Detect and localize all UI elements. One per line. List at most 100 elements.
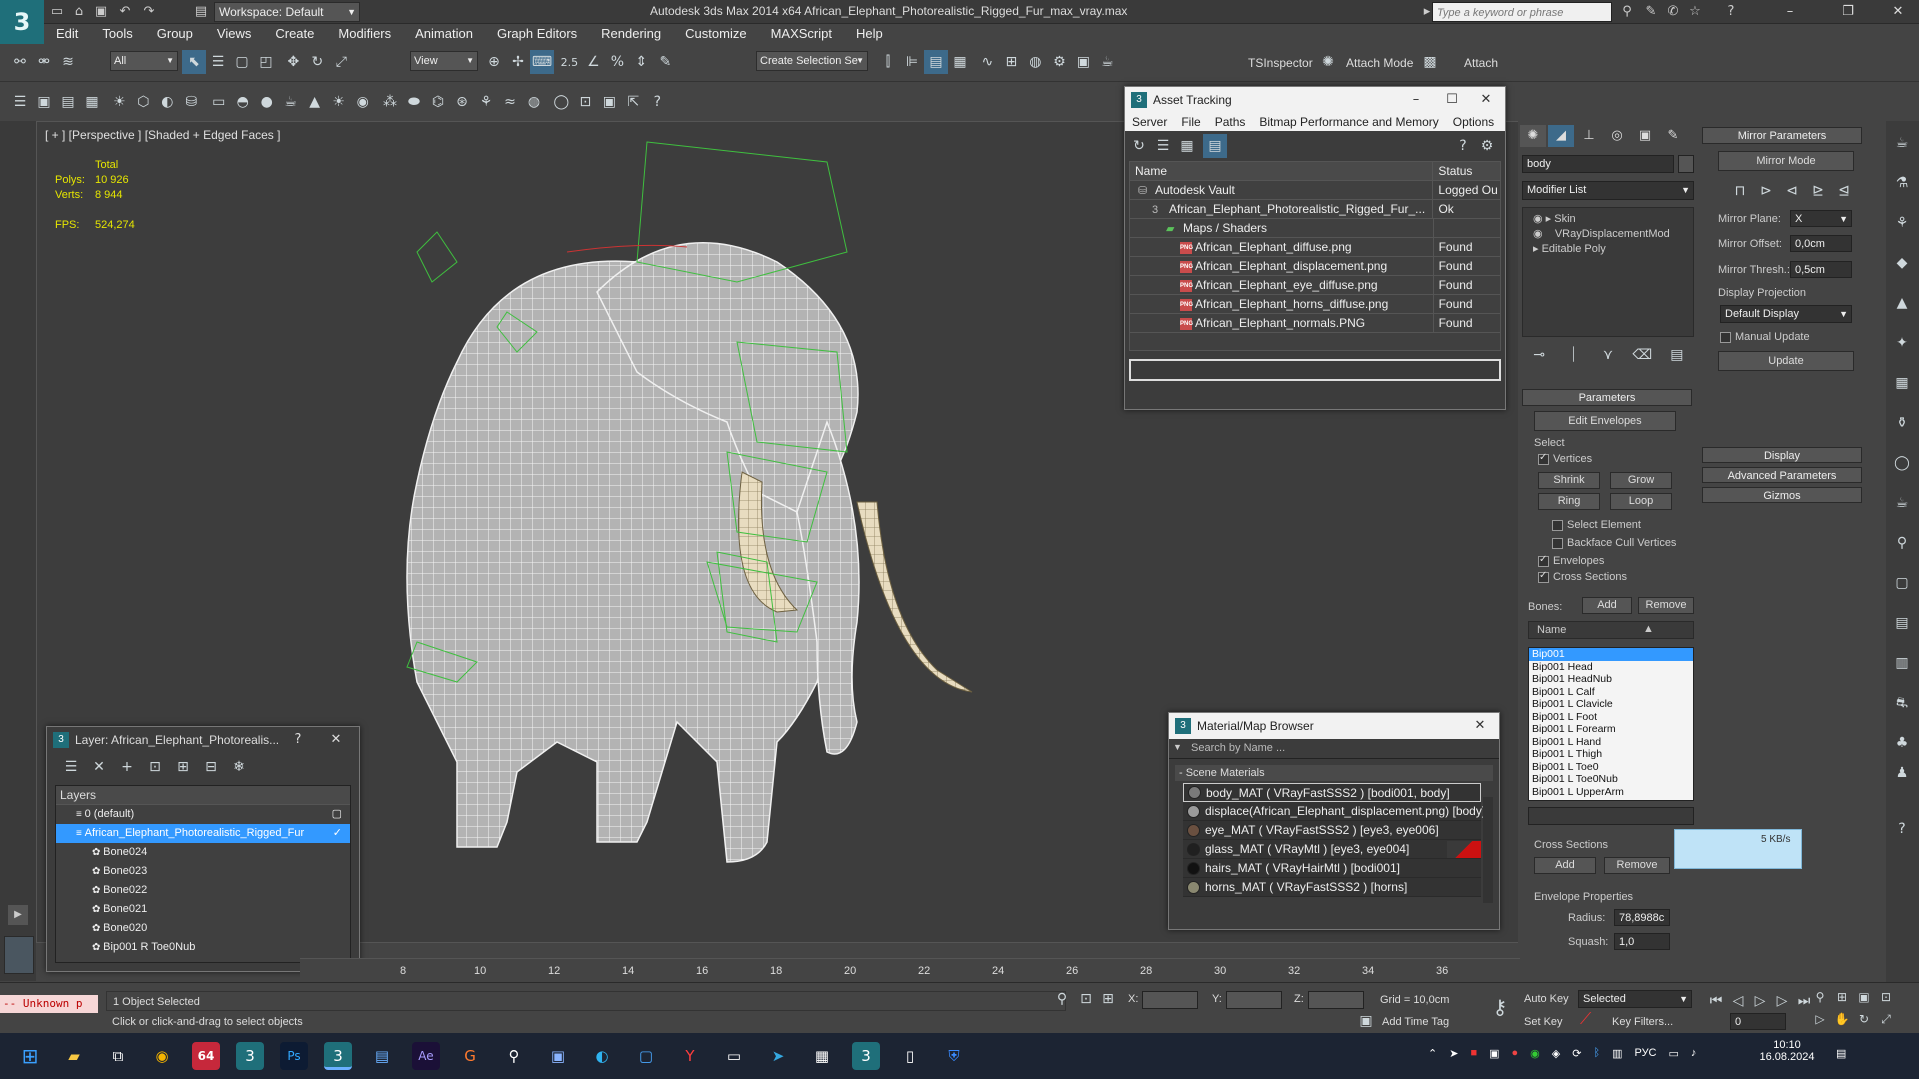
menu-tools[interactable]: Tools	[90, 24, 144, 44]
pill-icon[interactable]: ⬬	[402, 90, 426, 114]
bone-list-item[interactable]: Bip001	[1529, 648, 1693, 661]
paste-green-verts-icon[interactable]: ⊵	[1806, 179, 1830, 203]
current-frame-field[interactable]: 0	[1730, 1013, 1786, 1030]
particle-icon[interactable]: ⁂	[378, 90, 402, 114]
squash-spinner[interactable]: 1,0	[1614, 933, 1670, 950]
menu-modifiers[interactable]: Modifiers	[326, 24, 403, 44]
asset-menu-bitmap[interactable]: Bitmap Performance and Memory	[1252, 113, 1445, 131]
asset-row[interactable]: PNG African_Elephant_diffuse.png Found	[1130, 238, 1500, 257]
store-icon[interactable]: ▢	[632, 1042, 660, 1070]
named-selection-dropdown[interactable]: Create Selection Se ▼	[756, 51, 868, 71]
bone-list-item[interactable]: Bip001 L UpperArm	[1529, 786, 1693, 799]
scene-materials-group[interactable]: - Scene Materials	[1175, 765, 1493, 781]
tsinspector-label[interactable]: TSInspector	[1248, 56, 1313, 70]
tray-sync-icon[interactable]: ⟳	[1572, 1047, 1581, 1060]
communication-icon[interactable]: ✆	[1664, 3, 1682, 21]
bones-name-header[interactable]: Name ▲	[1528, 621, 1694, 639]
mirror-plane-dropdown[interactable]: X ▼	[1790, 210, 1852, 227]
highlight-layer-icon[interactable]: ⊞	[171, 755, 195, 779]
pin-stack-icon[interactable]: ⊸	[1528, 343, 1550, 367]
tray-record-icon[interactable]: ■	[1470, 1047, 1477, 1060]
strip-cup-icon[interactable]: ☕	[1890, 491, 1914, 515]
select-element-checkbox[interactable]: Select Element	[1552, 519, 1641, 531]
bone-list-item[interactable]: Bip001 HeadNub	[1529, 673, 1693, 686]
add-time-tag[interactable]: Add Time Tag	[1382, 1016, 1449, 1028]
shader-ball-icon[interactable]: ◍	[522, 90, 546, 114]
unlink-icon[interactable]: ⚮	[32, 50, 56, 74]
modifier-stack[interactable]: ◉ ▸ Skin ◉ VRayDisplacementMod ▸ Editabl…	[1522, 207, 1694, 337]
abs-mode-icon[interactable]: ⊞	[1096, 987, 1120, 1011]
sphere-icon[interactable]: ●	[255, 90, 279, 114]
curve-editor-icon[interactable]: ∿	[975, 50, 999, 74]
asset-menu-file[interactable]: File	[1174, 113, 1207, 131]
asset-row[interactable]: PNG African_Elephant_normals.PNG Found	[1130, 314, 1500, 333]
remove-modifier-icon[interactable]: ⌫	[1631, 343, 1653, 367]
image-list-icon[interactable]: ▤	[56, 90, 80, 114]
telegram-icon[interactable]: ➤	[764, 1042, 792, 1070]
asset-help-icon[interactable]: ?	[1451, 134, 1475, 158]
tray-volume-icon[interactable]: ♪	[1691, 1047, 1697, 1060]
cross-sections-checkbox[interactable]: Cross Sections	[1538, 570, 1627, 583]
tray-chart-icon[interactable]: ▥	[1612, 1047, 1622, 1060]
strip-panel-icon[interactable]: ▤	[1890, 611, 1914, 635]
asset-path-field[interactable]	[1129, 359, 1501, 381]
box-primitive-icon[interactable]: ▭	[207, 90, 231, 114]
hierarchy-tab-icon[interactable]: ⊥	[1576, 125, 1602, 147]
strip-teapot-icon[interactable]: ☕	[1890, 131, 1914, 155]
stack-item-skin[interactable]: ◉ ▸ Skin	[1523, 208, 1693, 225]
subscription-icon[interactable]: ✎	[1642, 3, 1660, 21]
tray-nvidia-icon[interactable]: ◈	[1552, 1047, 1560, 1060]
shrink-button[interactable]: Shrink	[1538, 472, 1600, 489]
mirror-paste-icon[interactable]: ⊓	[1728, 179, 1752, 203]
bone-list-item[interactable]: Bip001 L Foot	[1529, 711, 1693, 724]
calculator-icon[interactable]: ▦	[808, 1042, 836, 1070]
zoom-all-icon[interactable]: ⊞	[1832, 987, 1852, 1007]
g-app-icon[interactable]: G	[456, 1042, 484, 1070]
scene-states-icon[interactable]: ◐	[155, 90, 179, 114]
pivot-icon[interactable]: ⊕	[482, 50, 506, 74]
make-unique-icon[interactable]: ⋎	[1597, 343, 1619, 367]
material-scrollbar[interactable]	[1483, 797, 1493, 903]
mirror-thresh-spinner[interactable]: 0,5cm	[1790, 261, 1852, 278]
fur-icon[interactable]: ⚘	[474, 90, 498, 114]
layer-visibility-icon[interactable]: ▢	[332, 805, 342, 824]
strip-car-icon[interactable]: ⛐	[1890, 691, 1914, 715]
bone-list-item[interactable]: Bip001 L Clavicle	[1529, 698, 1693, 711]
container-icon[interactable]: ⛁	[179, 90, 203, 114]
layer-row[interactable]: ≡ African_Elephant_Photorealistic_Rigged…	[56, 824, 350, 843]
strip-cone-icon[interactable]: ▲	[1890, 291, 1914, 315]
menu-create[interactable]: Create	[263, 24, 326, 44]
selection-filter-dropdown[interactable]: All ▼	[110, 51, 178, 71]
material-item[interactable]: displace(African_Elephant_displacement.p…	[1183, 802, 1485, 821]
vertices-checkbox[interactable]: Vertices	[1538, 452, 1592, 465]
mirror-icon[interactable]: ⫿	[876, 50, 900, 74]
workspace-dropdown[interactable]: Workspace: Default ▼	[214, 2, 360, 22]
export-icon[interactable]: ⇱	[621, 90, 645, 114]
redo-icon[interactable]: ↷	[140, 3, 158, 21]
asset-tracking-titlebar[interactable]: 3 Asset Tracking – ☐ ✕	[1125, 87, 1505, 113]
play-icon[interactable]: ▷	[1750, 989, 1770, 1013]
asset-row[interactable]: ⛁ Autodesk Vault Logged Ou	[1130, 181, 1500, 200]
photoshop-icon[interactable]: Ps	[280, 1042, 308, 1070]
select-by-name-icon[interactable]: ☰	[206, 50, 230, 74]
create-tab-icon[interactable]: ✺	[1520, 125, 1546, 147]
new-file-icon[interactable]: ▭	[48, 3, 66, 21]
next-frame-icon[interactable]: ▷	[1772, 989, 1792, 1013]
rotate-icon[interactable]: ↻	[305, 50, 329, 74]
y-coord-field[interactable]	[1226, 991, 1282, 1009]
asset-maximize-button[interactable]: ☐	[1435, 87, 1469, 113]
strip-tree-icon[interactable]: ♣	[1890, 731, 1914, 755]
render-frame-icon[interactable]: ▣	[1071, 50, 1095, 74]
material-item[interactable]: hairs_MAT ( VRayHairMtl ) [bodi001]	[1183, 859, 1481, 878]
gizmos-rollout[interactable]: Gizmos	[1702, 487, 1862, 503]
3dsmax-icon-active[interactable]: 3	[324, 1042, 352, 1070]
x-coord-field[interactable]	[1142, 991, 1198, 1009]
freeze-all-layers-icon[interactable]: ❄	[227, 755, 251, 779]
asset-menu-options[interactable]: Options	[1446, 113, 1501, 131]
asset-minimize-button[interactable]: –	[1399, 87, 1433, 113]
bone-list-item[interactable]: Bip001 L Calf	[1529, 686, 1693, 699]
menu-views[interactable]: Views	[205, 24, 263, 44]
menu-graph-editors[interactable]: Graph Editors	[485, 24, 589, 44]
network-speed-widget[interactable]: 5 KB/s	[1674, 829, 1802, 869]
search-input[interactable]: Type a keyword or phrase	[1432, 2, 1612, 22]
